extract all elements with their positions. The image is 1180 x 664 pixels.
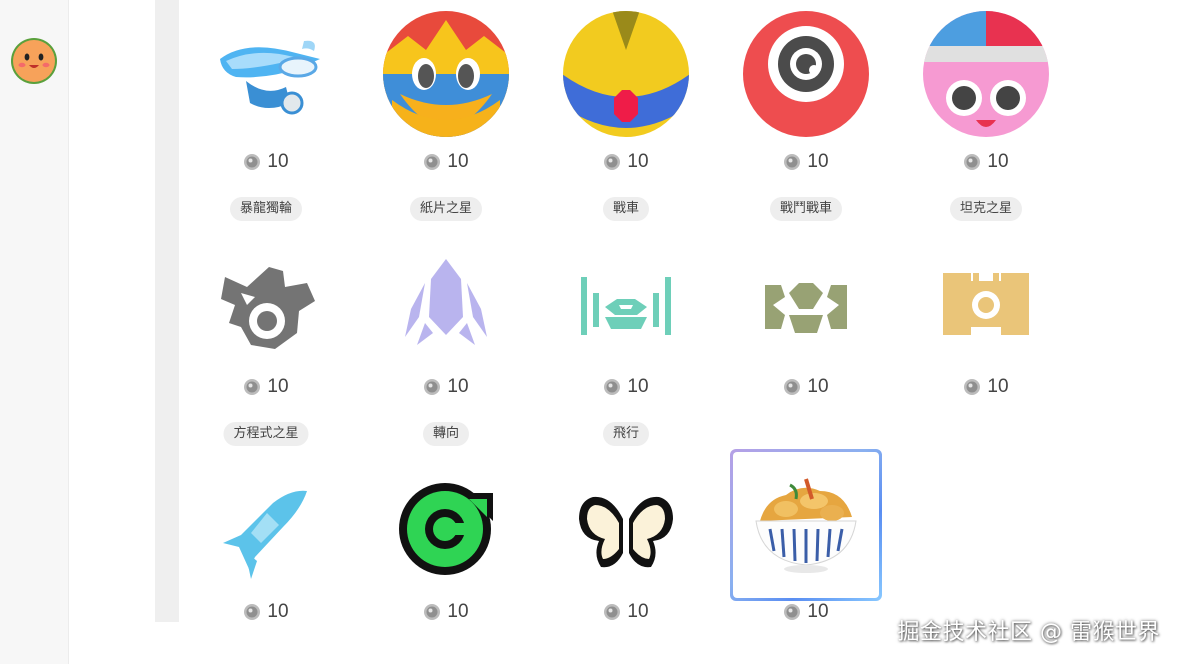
price-label: 10: [916, 375, 1056, 399]
price-label: 10: [196, 375, 336, 399]
item-name-tag: 暴龍獨輪: [229, 197, 303, 221]
price-value: 10: [987, 376, 1009, 397]
coin-icon: [783, 603, 801, 621]
coin-icon: [243, 378, 261, 396]
turn-arrow-icon: [382, 464, 510, 592]
paper-star-icon: [382, 239, 510, 367]
coin-icon: [603, 603, 621, 621]
price-value: 10: [447, 151, 469, 172]
tank-icon: [562, 239, 690, 367]
item-name-tag: 紙片之星: [409, 197, 483, 221]
coin-icon: [423, 153, 441, 171]
yellow-crown-emblem-icon: [562, 10, 690, 138]
dragon-wheel-icon: [202, 239, 330, 367]
item-name-tag: 坦克之星: [949, 197, 1023, 221]
price-label: 10: [556, 375, 696, 399]
price-value: 10: [447, 601, 469, 622]
robo-wheelie-icon: [202, 8, 330, 136]
price-label: 10: [736, 150, 876, 174]
price-label: 10: [736, 375, 876, 399]
king-dedede-face-icon: [382, 10, 510, 138]
coin-icon: [783, 153, 801, 171]
wings-icon: [562, 464, 690, 592]
red-eye-face-icon: [742, 10, 870, 138]
watermark: 掘金技术社区 @ 雷猴世界: [897, 620, 1160, 645]
coin-icon: [243, 603, 261, 621]
tempura-bowl-image: [733, 452, 879, 598]
coin-icon: [603, 378, 621, 396]
price-value: 10: [807, 151, 829, 172]
reward-grid: 10 10 10 10 10 暴龍獨輪 10 紙片之星 10 戰車 10 戰鬥戰…: [0, 0, 1180, 664]
price-label: 10: [556, 600, 696, 624]
price-value: 10: [267, 151, 289, 172]
item-name-tag: 方程式之星: [223, 422, 309, 446]
price-value: 10: [807, 376, 829, 397]
item-name-tag: 轉向: [422, 422, 470, 446]
pink-blue-face-icon: [922, 10, 1050, 138]
price-value: 10: [987, 151, 1009, 172]
price-label: 10: [556, 150, 696, 174]
coin-icon: [243, 153, 261, 171]
price-label: 10: [376, 600, 516, 624]
coin-icon: [423, 378, 441, 396]
price-value: 10: [447, 376, 469, 397]
price-value: 10: [267, 601, 289, 622]
price-value: 10: [627, 151, 649, 172]
battle-tank-icon: [742, 239, 870, 367]
tank-star-icon: [922, 239, 1050, 367]
item-name-tag: 戰車: [602, 197, 650, 221]
price-value: 10: [807, 601, 829, 622]
selection-frame: [730, 449, 882, 601]
coin-icon: [783, 378, 801, 396]
price-value: 10: [267, 376, 289, 397]
item-name-tag: 戰鬥戰車: [769, 197, 843, 221]
price-label: 10: [730, 600, 882, 624]
item-name-tag: 飛行: [602, 422, 650, 446]
coin-icon: [603, 153, 621, 171]
price-label: 10: [196, 150, 336, 174]
price-label: 10: [376, 375, 516, 399]
coin-icon: [963, 153, 981, 171]
price-label: 10: [196, 600, 336, 624]
coin-icon: [963, 378, 981, 396]
price-value: 10: [627, 601, 649, 622]
price-label: 10: [916, 150, 1056, 174]
price-value: 10: [627, 376, 649, 397]
formula-star-icon: [202, 464, 330, 592]
coin-icon: [423, 603, 441, 621]
price-label: 10: [376, 150, 516, 174]
